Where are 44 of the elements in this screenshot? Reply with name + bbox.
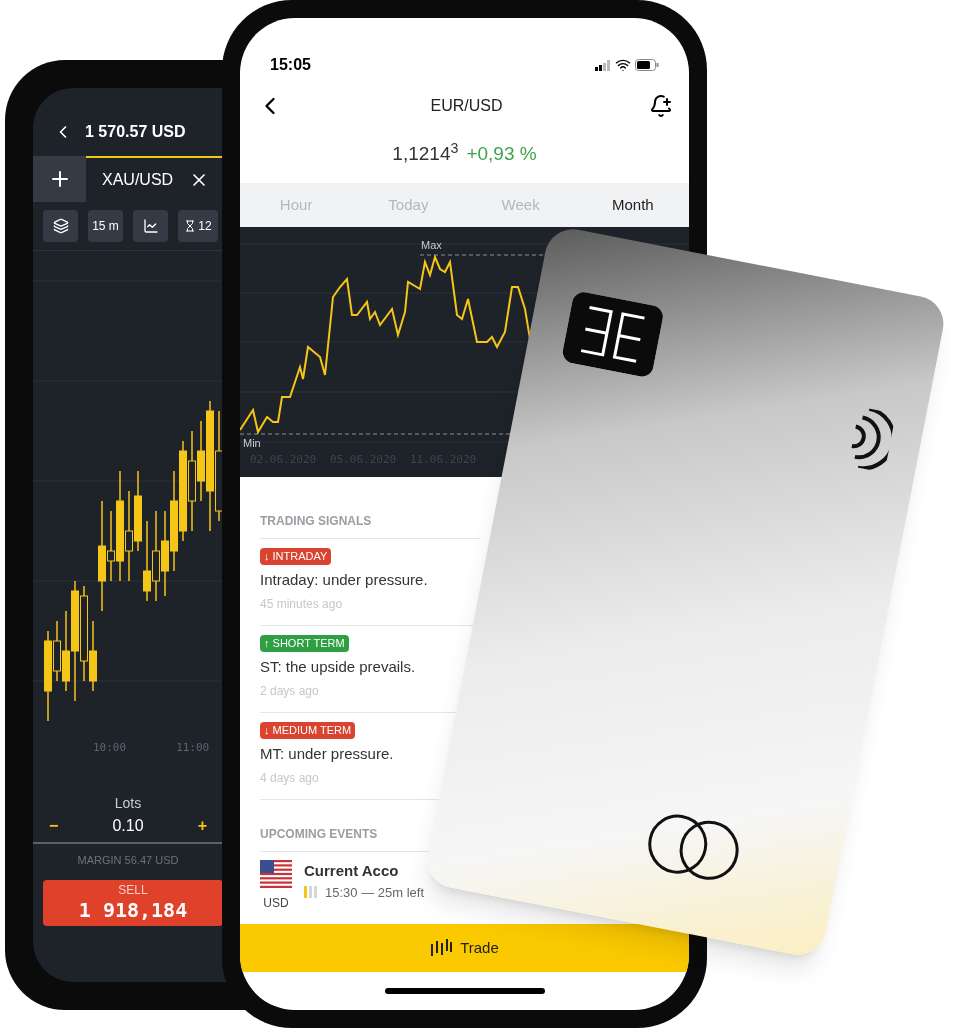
pair-title: EUR/USD — [430, 96, 503, 116]
min-label: Min — [243, 437, 261, 449]
bell-plus-icon[interactable] — [649, 94, 673, 118]
change-text: +0,93 % — [466, 142, 537, 166]
signal-time: 2 days ago — [260, 683, 319, 700]
signal-badge: ↓ MEDIUM TERM — [260, 722, 356, 739]
status-time: 15:05 — [270, 55, 311, 75]
battery-icon — [635, 59, 659, 71]
layers-icon — [52, 218, 69, 234]
section-title: TRADING SIGNALS — [260, 512, 480, 539]
flag-icon — [260, 860, 292, 890]
signal-badge: ↓ INTRADAY — [260, 548, 332, 565]
margin-text: MARGIN 56.47 USD — [77, 852, 179, 868]
signal-badge: ↑ SHORT TERM — [260, 635, 349, 652]
signal-icon — [595, 59, 611, 71]
chart-type-button[interactable] — [133, 210, 168, 242]
lots-value[interactable]: 0.10 — [112, 813, 144, 838]
candles-icon — [430, 939, 453, 957]
add-tab-button[interactable] — [33, 156, 86, 202]
hourglass-icon — [184, 220, 197, 232]
event-title[interactable]: Current Acco — [304, 860, 424, 883]
trade-button[interactable]: Trade — [240, 924, 689, 972]
signal-time: 45 minutes ago — [260, 596, 343, 613]
max-label: Max — [421, 239, 442, 251]
balance-text: 1 570.57 USD — [85, 122, 186, 142]
indicator-button[interactable]: 12 — [178, 210, 218, 242]
layers-button[interactable] — [43, 210, 78, 242]
sell-button[interactable]: SELL 1 918,184 — [43, 880, 223, 926]
event-time: 15:30 — 25m left — [325, 883, 424, 902]
currency-text: USD — [263, 895, 289, 912]
period-tab[interactable]: Month — [576, 183, 689, 227]
lots-label: Lots — [114, 793, 142, 813]
plus-button[interactable]: + — [197, 813, 207, 838]
interval-button[interactable]: 15 m — [88, 210, 123, 242]
line-chart-icon — [142, 218, 159, 234]
price-text: 1,1214$^{3}$ — [392, 140, 459, 166]
minus-button[interactable]: − — [49, 813, 59, 838]
signal-text[interactable]: MT: under pressure. — [260, 742, 394, 765]
time-label: 11:00 — [176, 740, 210, 756]
signal-time: 4 days ago — [260, 770, 319, 787]
time-label: 10:00 — [93, 740, 127, 756]
wifi-icon — [615, 57, 631, 73]
signal-text[interactable]: Intraday: under pressure. — [260, 568, 428, 591]
signal-text[interactable]: ST: the upside prevails. — [260, 655, 416, 678]
